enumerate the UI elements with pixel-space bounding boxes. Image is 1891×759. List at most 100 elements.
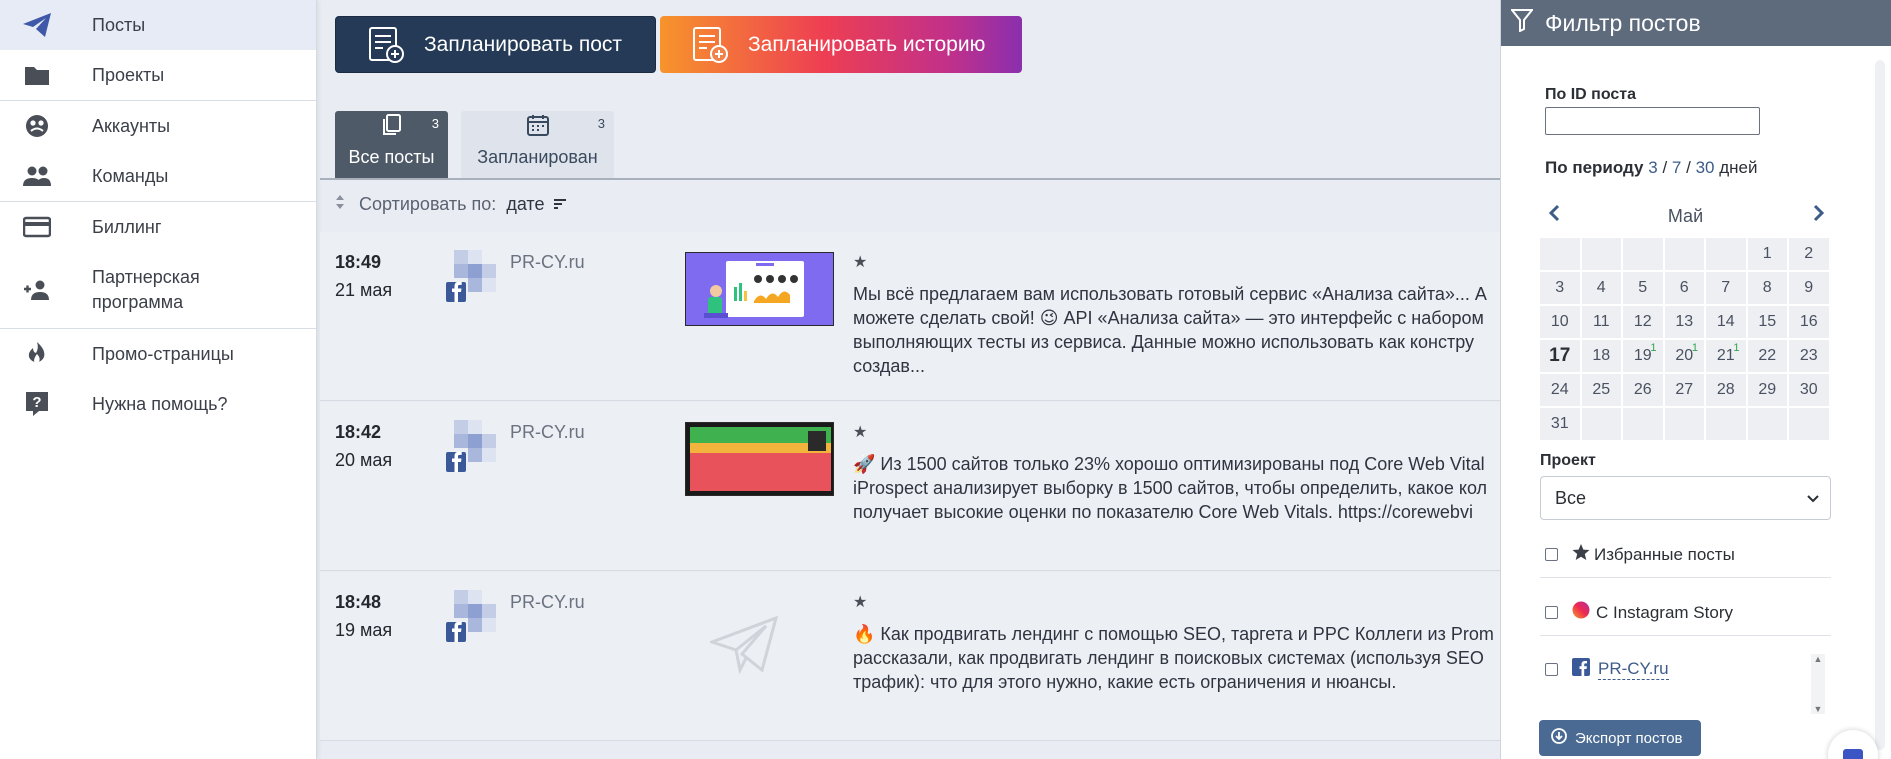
calendar-day[interactable]: 6: [1664, 272, 1704, 304]
calendar-day[interactable]: 7: [1706, 272, 1746, 304]
favorite-star[interactable]: ★: [853, 252, 867, 272]
account-checkbox[interactable]: [1545, 663, 1558, 676]
calendar-day[interactable]: 15: [1747, 306, 1787, 338]
calendar-day[interactable]: 2: [1789, 238, 1829, 270]
calendar-day[interactable]: 14: [1706, 306, 1746, 338]
calendar-day[interactable]: 31: [1540, 408, 1580, 440]
fire-icon: [22, 341, 52, 367]
calendar-day-number: 17: [1549, 345, 1571, 366]
post-text: 🚀 Из 1500 сайтов только 23% хорошо оптим…: [853, 452, 1500, 552]
sidebar-item-projects[interactable]: Проекты: [0, 50, 316, 100]
filter-scrollbar[interactable]: [1875, 60, 1885, 750]
calendar-day[interactable]: 24: [1540, 374, 1580, 406]
calendar-day[interactable]: 10: [1540, 306, 1580, 338]
calendar-day[interactable]: 22: [1747, 340, 1787, 372]
calendar-day[interactable]: 12: [1623, 306, 1663, 338]
plan-story-button[interactable]: Запланировать историю: [660, 16, 1022, 73]
calendar-day-number: 21: [1716, 347, 1735, 364]
sort-value: дате: [506, 194, 545, 214]
calendar-day-number: 13: [1675, 313, 1694, 330]
paper-plane-placeholder-icon: [707, 614, 780, 679]
calendar-day[interactable]: 25: [1581, 374, 1621, 406]
calendar-day[interactable]: 19 1: [1623, 340, 1663, 372]
post-thumbnail[interactable]: [685, 422, 834, 496]
calendar-grid: 1 2 3 4 5 6 7 8 9 10 11 12 13 14 15 16 17 18 19 1 20 1 21 1 22 23…: [1540, 238, 1831, 440]
calendar-day[interactable]: 1: [1747, 238, 1787, 270]
calendar-day[interactable]: 5: [1623, 272, 1663, 304]
calendar-day[interactable]: 20 1: [1664, 340, 1704, 372]
sidebar-item-label: Проекты: [92, 64, 165, 85]
calendar-day[interactable]: 21 1: [1706, 340, 1746, 372]
calendar-day-number: 8: [1762, 279, 1772, 296]
scroll-down-icon[interactable]: ▼: [1814, 704, 1823, 714]
sidebar-item-posts[interactable]: Посты: [0, 0, 316, 50]
calendar-day[interactable]: 30: [1789, 374, 1829, 406]
favorite-star[interactable]: ★: [853, 592, 867, 612]
calendar-day[interactable]: 27: [1664, 374, 1704, 406]
period-3-days-link[interactable]: 3: [1648, 158, 1657, 177]
calendar-day[interactable]: 18: [1581, 340, 1621, 372]
tab-all-posts[interactable]: 3 Все посты: [335, 111, 448, 178]
account-name[interactable]: PR-CY.ru: [510, 422, 585, 443]
tab-scheduled[interactable]: 3 Запланирован: [461, 111, 614, 178]
instagram-story-filter: С Instagram Story: [1545, 601, 1831, 624]
sidebar-item-accounts[interactable]: Аккаунты: [0, 101, 316, 151]
account-name[interactable]: PR-CY.ru: [510, 252, 585, 273]
calendar-day-number: 7: [1721, 279, 1731, 296]
calendar-day-number: 25: [1592, 381, 1611, 398]
account-list-scrollbar[interactable]: ▲ ▼: [1811, 654, 1825, 714]
sidebar-item-help[interactable]: ? Нужна помощь?: [0, 379, 316, 429]
calendar-day[interactable]: 13: [1664, 306, 1704, 338]
accounts-icon: [22, 113, 52, 139]
sort-by-date-button[interactable]: дате: [506, 194, 566, 215]
calendar-day[interactable]: 28: [1706, 374, 1746, 406]
calendar-day[interactable]: 26: [1623, 374, 1663, 406]
export-posts-button[interactable]: Экспорт постов: [1539, 720, 1701, 756]
favorite-star[interactable]: ★: [853, 422, 867, 442]
post-row[interactable]: 18:42 20 мая PR-CY.ru ★ 🚀 Из 1500 сайтов…: [320, 402, 1500, 571]
sidebar-item-teams[interactable]: Команды: [0, 151, 316, 201]
sidebar-item-billing[interactable]: Биллинг: [0, 202, 316, 252]
sidebar-item-promo-pages[interactable]: Промо-страницы: [0, 329, 316, 379]
account-filter-link[interactable]: PR-CY.ru: [1598, 659, 1669, 680]
calendar-day-number: 9: [1804, 279, 1814, 296]
help-icon: ?: [22, 391, 52, 417]
chevron-left-icon[interactable]: [1547, 204, 1561, 227]
calendar-icon: [526, 114, 550, 141]
post-count-badge: 1: [1650, 342, 1657, 354]
post-id-input[interactable]: [1545, 107, 1760, 135]
post-text-line: создав...: [853, 356, 925, 376]
plan-post-button[interactable]: Запланировать пост: [335, 16, 656, 73]
favorites-checkbox[interactable]: [1545, 548, 1558, 561]
scroll-up-icon[interactable]: ▲: [1814, 654, 1823, 664]
calendar-day[interactable]: 9: [1789, 272, 1829, 304]
calendar-day: [1581, 238, 1621, 270]
project-select[interactable]: Все: [1540, 476, 1831, 520]
calendar-day-number: 27: [1675, 381, 1694, 398]
calendar-day-number: 4: [1596, 279, 1606, 296]
sidebar-item-partner-program[interactable]: Партнерская программа: [0, 252, 316, 328]
calendar-day[interactable]: 3: [1540, 272, 1580, 304]
post-count-badge: 1: [1733, 342, 1740, 354]
post-thumbnail[interactable]: [685, 252, 834, 326]
calendar-day[interactable]: 17: [1540, 340, 1580, 372]
instagram-story-checkbox[interactable]: [1545, 606, 1558, 619]
calendar-day[interactable]: 4: [1581, 272, 1621, 304]
credit-card-icon: [22, 214, 52, 240]
calendar-day[interactable]: 8: [1747, 272, 1787, 304]
instagram-story-label: С Instagram Story: [1596, 602, 1733, 622]
chevron-right-icon[interactable]: [1812, 204, 1826, 227]
calendar-day[interactable]: 29: [1747, 374, 1787, 406]
favorites-filter: Избранные посты: [1545, 543, 1831, 566]
period-7-days-link[interactable]: 7: [1672, 158, 1681, 177]
post-text-line: Мы всё предлагаем вам использовать готов…: [853, 284, 1487, 304]
post-row[interactable]: 18:49 21 мая PR-CY.ru ★ Мы всё предлагае…: [320, 232, 1500, 401]
calendar-day[interactable]: 16: [1789, 306, 1829, 338]
divider: [1540, 635, 1831, 636]
account-name[interactable]: PR-CY.ru: [510, 592, 585, 613]
post-row[interactable]: 18:48 19 мая PR-CY.ru ★ 🔥 Как продвигать…: [320, 572, 1500, 741]
calendar: Май 1 2 3 4 5 6 7 8 9 10 11 12 13 14 15 16 17 18 19 1 20 1 21 1…: [1540, 202, 1831, 440]
period-30-days-link[interactable]: 30: [1696, 158, 1715, 177]
calendar-day[interactable]: 23: [1789, 340, 1829, 372]
calendar-day[interactable]: 11: [1581, 306, 1621, 338]
